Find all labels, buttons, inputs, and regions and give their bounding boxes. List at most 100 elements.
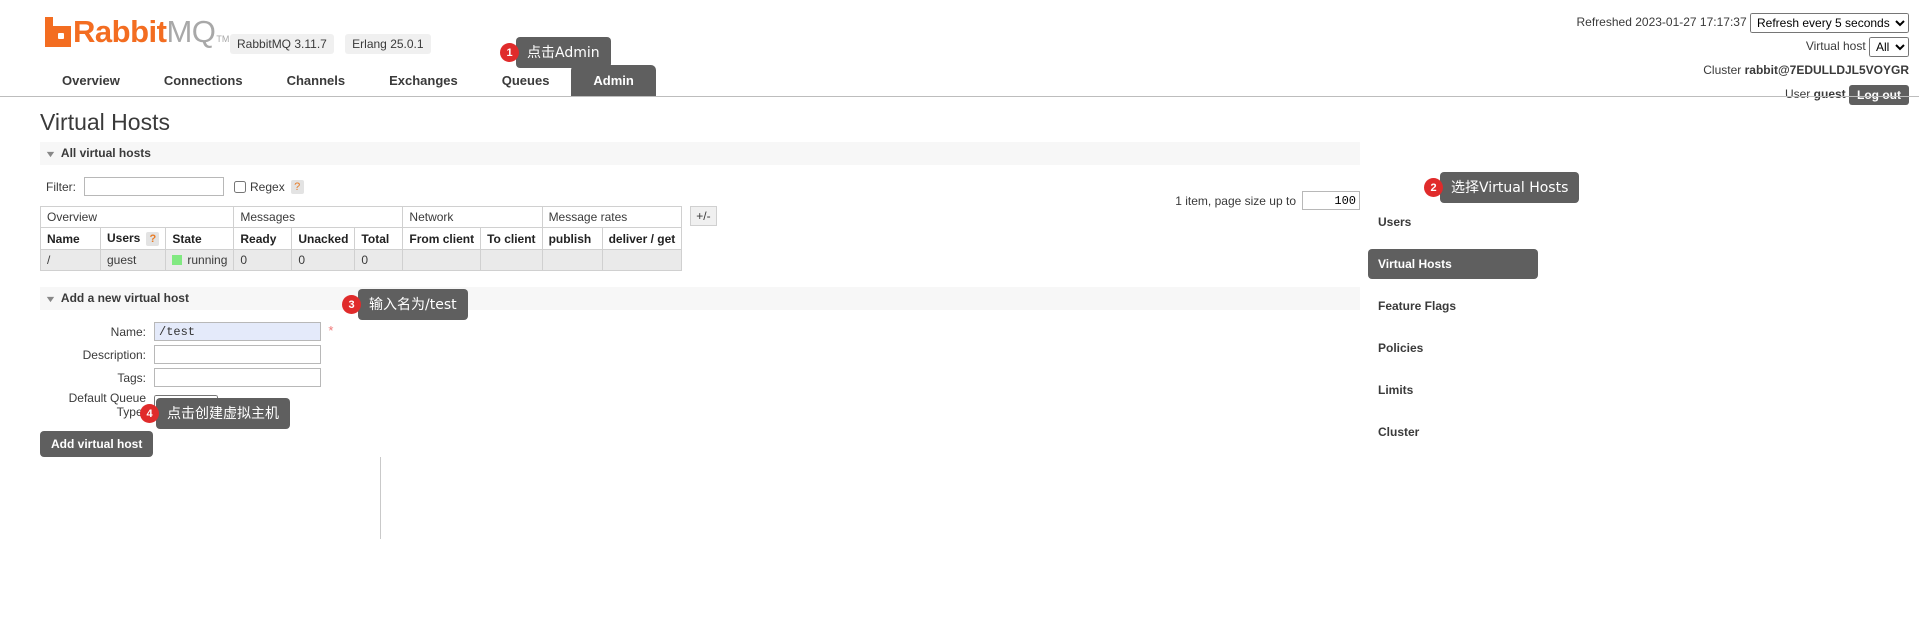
regex-checkbox[interactable] (234, 180, 246, 193)
column-header-state[interactable]: State (165, 227, 235, 250)
refresh-interval-select[interactable]: Refresh every 5 seconds (1750, 12, 1909, 33)
page-title: Virtual Hosts (40, 109, 170, 135)
table-row[interactable]: / guest running 0 0 0 (40, 249, 683, 271)
callout-text: 点击创建虚拟主机 (150, 398, 290, 429)
users-help-icon[interactable]: ? (146, 232, 160, 246)
form-row-tags: Tags: (40, 366, 337, 389)
callout-4: 4 点击创建虚拟主机 (140, 398, 290, 429)
page-size-input[interactable] (1302, 191, 1360, 210)
column-header-label: deliver / get (608, 231, 676, 246)
sidebar-item-limits[interactable]: Limits (1368, 375, 1538, 405)
admin-sidebar: Users Virtual Hosts Feature Flags Policies L… (1368, 207, 1538, 459)
refresh-row: Refreshed 2023-01-27 17:17:37 Refresh ev… (1577, 12, 1909, 33)
callout-text: 选择Virtual Hosts (1433, 172, 1580, 203)
queue-type-label: Default Queue Type: (68, 391, 146, 419)
sidebar-item-users[interactable]: Users (1368, 207, 1538, 237)
column-header-label: Unacked (298, 231, 349, 246)
tab-queues[interactable]: Queues (480, 65, 572, 97)
table-group-header-row: Overview Messages Network Message rates (39, 206, 683, 228)
vhost-select[interactable]: All (1869, 36, 1909, 57)
filter-row: Filter: Regex ? (46, 177, 1360, 196)
logout-button[interactable]: Log out (1849, 84, 1909, 105)
tab-exchanges[interactable]: Exchanges (367, 65, 480, 97)
nav-underline (0, 96, 1919, 97)
column-header-from-client[interactable]: From client (402, 227, 482, 250)
sidebar-item-cluster[interactable]: Cluster (1368, 417, 1538, 447)
user-row: User guest Log out (1577, 84, 1909, 105)
callout-badge: 2 (1424, 178, 1443, 197)
erlang-version-badge: Erlang 25.0.1 (345, 34, 431, 54)
filter-help-icon[interactable]: ? (290, 179, 304, 194)
sidebar-item-feature-flags[interactable]: Feature Flags (1368, 291, 1538, 321)
column-header-label: Users (107, 231, 141, 245)
cluster-row: Cluster rabbit@7EDULLDJL5VOYGR (1577, 60, 1909, 81)
tab-admin[interactable]: Admin (571, 65, 656, 97)
callout-text: 输入名为/test (352, 289, 468, 320)
state-label: running (187, 253, 228, 267)
chevron-down-icon: ▼ (44, 294, 57, 304)
toggle-columns-button[interactable]: +/- (690, 206, 717, 226)
status-panel: Refreshed 2023-01-27 17:17:37 Refresh ev… (1577, 12, 1909, 108)
cell-deliver-get (601, 249, 683, 271)
cell-state: running (165, 249, 235, 271)
sidebar-item-policies[interactable]: Policies (1368, 333, 1538, 363)
column-header-label: Ready (240, 231, 277, 246)
user-label: User (1784, 87, 1811, 101)
state-running-indicator-icon (172, 255, 183, 265)
vhosts-table-head: Overview Messages Network Message rates Nam… (39, 206, 683, 250)
version-badges: RabbitMQ 3.11.7 Erlang 25.0.1 (222, 34, 431, 54)
vhosts-table-body: / guest running 0 0 0 (40, 249, 683, 271)
callout-3: 3 输入名为/test (342, 289, 468, 320)
column-header-users[interactable]: Users? (99, 227, 167, 250)
main-nav-tabs: Overview Connections Channels Exchanges Queu… (40, 65, 656, 97)
cell-vhost-name: / (40, 249, 101, 271)
rabbitmq-logo[interactable]: Rabbit MQ TM (45, 14, 229, 49)
column-header-to-client[interactable]: To client (480, 227, 543, 250)
all-virtual-hosts-section-header[interactable]: ▼ All virtual hosts (40, 142, 1360, 165)
form-divider (380, 457, 381, 539)
column-header-unacked[interactable]: Unacked (291, 227, 356, 250)
cluster-name: rabbit@7EDULLDJL5VOYGR (1744, 63, 1909, 77)
vhost-description-input[interactable] (154, 345, 321, 364)
tab-connections[interactable]: Connections (142, 65, 265, 97)
column-header-label: State (172, 231, 202, 246)
callout-badge: 1 (500, 43, 519, 62)
filter-input[interactable] (84, 177, 224, 196)
page-size-row: 1 item, page size up to (1175, 191, 1360, 210)
callout-badge: 4 (140, 404, 159, 423)
sidebar-item-virtual-hosts[interactable]: Virtual Hosts (1368, 249, 1538, 279)
logo-text-mq: MQ (166, 14, 216, 49)
table-group-header: Overview (39, 206, 235, 228)
cell-publish (541, 249, 603, 271)
vhost-tags-input[interactable] (154, 368, 321, 387)
top-bar: Rabbit MQ TM RabbitMQ 3.11.7 Erlang 25.0… (0, 0, 1919, 105)
all-virtual-hosts-label: All virtual hosts (60, 146, 151, 160)
table-column-header-row: Name Users? State Ready Unacked Total From cli… (40, 227, 683, 250)
column-header-total[interactable]: Total (354, 227, 404, 250)
logo-text-rabbit: Rabbit (73, 14, 167, 49)
tab-overview[interactable]: Overview (40, 65, 142, 97)
regex-toggle[interactable]: Regex (234, 180, 285, 194)
table-group-header: Network (402, 206, 543, 228)
tags-label: Tags: (117, 370, 146, 385)
column-header-name[interactable]: Name (40, 227, 101, 250)
required-marker: * (328, 322, 334, 338)
form-row-name: Name: * (40, 320, 337, 343)
cluster-label: Cluster (1703, 63, 1742, 77)
chevron-down-icon: ▼ (44, 149, 57, 159)
column-header-deliver-get[interactable]: deliver / get (601, 227, 683, 250)
user-name: guest (1813, 87, 1846, 101)
add-vhost-section: ▼Add a new virtual host Name: * Descript… (40, 287, 1360, 457)
form-row-description: Description: (40, 343, 337, 366)
add-vhost-section-header[interactable]: ▼ Add a new virtual host (40, 287, 1360, 310)
add-virtual-host-button[interactable]: Add virtual host (40, 431, 154, 457)
callout-badge: 3 (342, 295, 361, 314)
vhost-name-input[interactable] (154, 322, 321, 341)
column-header-publish[interactable]: publish (541, 227, 603, 250)
cell-to-client (480, 249, 543, 271)
callout-1: 1 点击Admin (500, 37, 611, 68)
tab-channels[interactable]: Channels (265, 65, 368, 97)
vhost-label: Virtual host (1805, 39, 1866, 53)
add-vhost-label: Add a new virtual host (60, 291, 189, 305)
column-header-ready[interactable]: Ready (233, 227, 293, 250)
